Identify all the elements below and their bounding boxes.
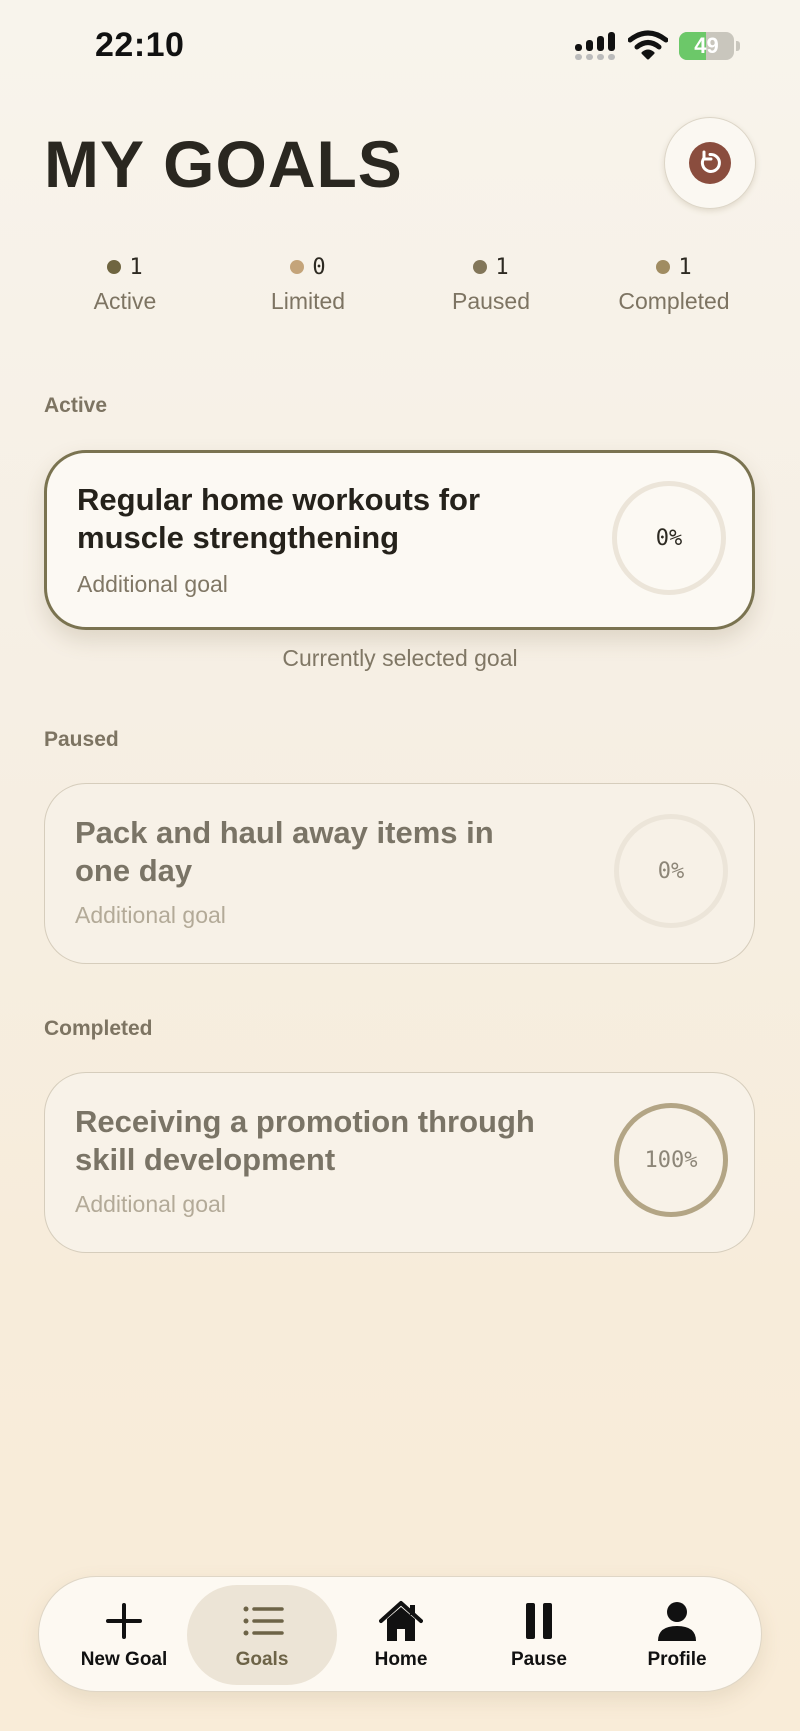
goal-subtitle: Additional goal <box>77 571 228 597</box>
section-label-completed: Completed <box>44 1017 153 1040</box>
stat-label: Completed <box>618 288 730 314</box>
stat-count: 1 <box>129 254 143 280</box>
nav-label: Pause <box>511 1649 567 1670</box>
nav-home[interactable]: Home <box>332 1577 470 1691</box>
goal-title: Pack and haul away items in one day <box>75 815 494 888</box>
nav-profile[interactable]: Profile <box>608 1577 746 1691</box>
stat-label: Active <box>93 288 157 314</box>
nav-label: Goals <box>235 1649 289 1670</box>
person-icon <box>658 1602 696 1641</box>
stat-limited: 0 Limited <box>223 252 393 315</box>
nav-label: Profile <box>647 1649 707 1670</box>
progress-ring: 100% <box>614 1103 728 1217</box>
nav-label: New Goal <box>80 1649 168 1670</box>
wifi-icon <box>628 30 668 60</box>
goal-subtitle: Additional goal <box>75 902 226 928</box>
status-dot <box>290 260 305 274</box>
stat-completed: 1 Completed <box>589 252 759 315</box>
bottom-nav: New Goal Goals Home Pause Profile <box>38 1576 762 1692</box>
progress-ring: 0% <box>614 814 728 928</box>
section-label-active: Active <box>44 394 108 417</box>
goal-card-paused[interactable]: Pack and haul away items in one day Addi… <box>44 783 755 964</box>
goal-card-completed[interactable]: Receiving a promotion through skill deve… <box>44 1072 755 1253</box>
section-label-paused: Paused <box>44 728 119 751</box>
goal-title: Regular home workouts for muscle strengt… <box>77 482 481 555</box>
selected-goal-caption: Currently selected goal <box>282 645 518 671</box>
progress-ring: 0% <box>612 481 726 595</box>
status-dot <box>656 260 671 274</box>
progress-value: 0% <box>655 525 683 551</box>
goal-title: Receiving a promotion through skill deve… <box>75 1104 535 1177</box>
stat-count: 1 <box>495 254 509 280</box>
battery-icon: 49 <box>679 32 741 60</box>
nav-pause[interactable]: Pause <box>470 1577 608 1691</box>
progress-value: 100% <box>644 1147 698 1173</box>
list-icon <box>243 1606 284 1636</box>
page-title: MY GOALS <box>44 127 403 201</box>
stat-count: 0 <box>312 254 326 280</box>
refresh-icon <box>689 142 731 184</box>
refresh-button[interactable] <box>664 117 756 209</box>
status-dot <box>107 260 122 274</box>
stat-paused: 1 Paused <box>406 252 576 315</box>
stat-count: 1 <box>678 254 692 280</box>
nav-goals[interactable]: Goals <box>187 1577 337 1691</box>
nav-new-goal[interactable]: New Goal <box>55 1577 193 1691</box>
stat-active: 1 Active <box>40 252 210 315</box>
cellular-signal-icon <box>575 32 615 60</box>
pause-icon <box>526 1603 552 1639</box>
home-icon <box>379 1601 423 1641</box>
stat-label: Paused <box>451 288 530 314</box>
nav-label: Home <box>374 1649 428 1670</box>
battery-percent: 49 <box>694 33 719 58</box>
progress-value: 0% <box>657 858 685 884</box>
stat-label: Limited <box>270 288 346 314</box>
plus-icon <box>106 1603 142 1639</box>
goal-subtitle: Additional goal <box>75 1191 226 1217</box>
status-time: 22:10 <box>95 26 185 64</box>
goal-card-active[interactable]: Regular home workouts for muscle strengt… <box>44 450 755 630</box>
status-dot <box>473 260 488 274</box>
